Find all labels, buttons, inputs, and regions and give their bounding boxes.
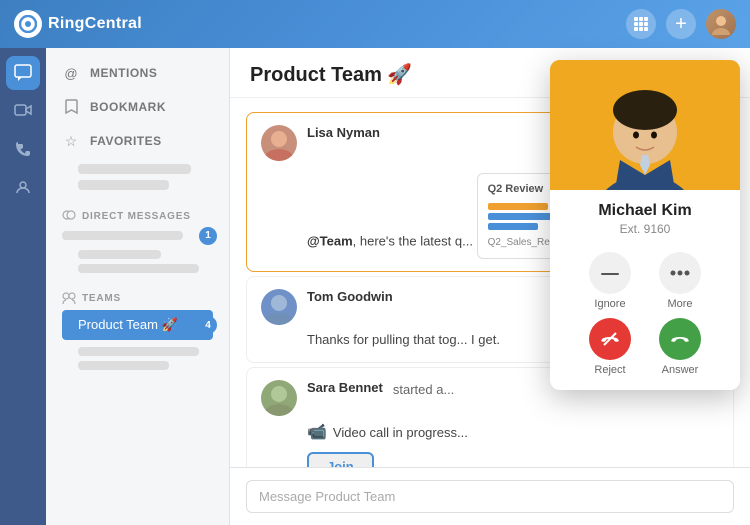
logo-icon bbox=[14, 10, 42, 38]
dm-item-1[interactable]: 1 bbox=[46, 226, 229, 245]
ignore-label: Ignore bbox=[594, 298, 625, 310]
reject-button[interactable]: Reject bbox=[589, 318, 631, 376]
answer-icon bbox=[659, 318, 701, 360]
answer-label: Answer bbox=[662, 364, 699, 376]
caller-photo bbox=[550, 60, 740, 190]
more-button[interactable]: More bbox=[659, 252, 701, 310]
team-item-product-team[interactable]: Product Team 🚀 bbox=[62, 310, 213, 340]
caller-info: Michael Kim Ext. 9160 bbox=[550, 190, 740, 242]
teams-section: TEAMS bbox=[46, 278, 229, 308]
message-input-bar: Message Product Team bbox=[230, 467, 750, 525]
more-label: More bbox=[667, 298, 692, 310]
left-nav bbox=[0, 48, 46, 525]
at-icon: @ bbox=[62, 64, 80, 82]
call-actions-bottom: Reject Answer bbox=[550, 314, 740, 390]
sidebar-item-mentions[interactable]: @ MENTIONS bbox=[46, 56, 229, 90]
video-indicator: 📹 Video call in progress... bbox=[307, 422, 719, 444]
avatar-lisa bbox=[261, 125, 297, 161]
ignore-icon bbox=[589, 252, 631, 294]
sender-name-3: Sara Bennet bbox=[307, 380, 383, 395]
answer-button[interactable]: Answer bbox=[659, 318, 701, 376]
logo-text: RingCentral bbox=[48, 15, 142, 33]
caller-name: Michael Kim bbox=[560, 202, 730, 220]
nav-video-button[interactable] bbox=[6, 94, 40, 128]
ignore-button[interactable]: Ignore bbox=[589, 252, 631, 310]
avatar-tom bbox=[261, 289, 297, 325]
join-button[interactable]: Join bbox=[307, 452, 374, 467]
user-avatar[interactable] bbox=[706, 9, 736, 39]
star-icon: ☆ bbox=[62, 132, 80, 150]
sender-name-2: Tom Goodwin bbox=[307, 289, 393, 304]
grid-button[interactable] bbox=[626, 9, 656, 39]
app-header: RingCentral + bbox=[0, 0, 750, 48]
sender-name-1: Lisa Nyman bbox=[307, 125, 380, 140]
sidebar-item-favorites[interactable]: ☆ FAVORITES bbox=[46, 124, 229, 158]
more-icon bbox=[659, 252, 701, 294]
message-input[interactable]: Message Product Team bbox=[246, 480, 734, 513]
channel-title: Product Team 🚀 bbox=[250, 64, 412, 86]
msg-body-3: 📹 Video call in progress... bbox=[307, 422, 719, 444]
nav-phone-button[interactable] bbox=[6, 132, 40, 166]
direct-messages-section: DIRECT MESSAGES bbox=[46, 196, 229, 226]
bookmark-icon bbox=[62, 98, 80, 116]
reject-label: Reject bbox=[594, 364, 625, 376]
nav-contacts-button[interactable] bbox=[6, 170, 40, 204]
sidebar: @ MENTIONS BOOKMARK ☆ FAVORITES DIRECT M… bbox=[46, 48, 230, 525]
logo: RingCentral bbox=[14, 10, 142, 38]
nav-messages-button[interactable] bbox=[6, 56, 40, 90]
caller-ext: Ext. 9160 bbox=[560, 222, 730, 236]
avatar-sara bbox=[261, 380, 297, 416]
call-actions-top: Ignore More bbox=[550, 242, 740, 314]
header-actions: + bbox=[626, 9, 736, 39]
reject-icon bbox=[589, 318, 631, 360]
sidebar-item-bookmark[interactable]: BOOKMARK bbox=[46, 90, 229, 124]
add-button[interactable]: + bbox=[666, 9, 696, 39]
incoming-call-overlay: Michael Kim Ext. 9160 Ignore More bbox=[550, 60, 740, 390]
